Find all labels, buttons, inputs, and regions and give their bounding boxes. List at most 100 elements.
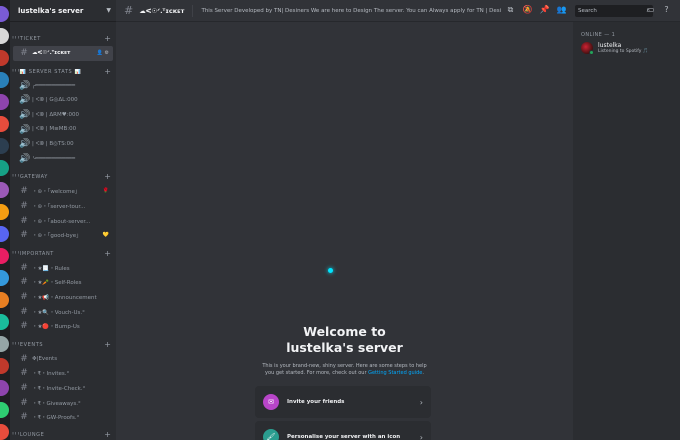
add-channel-icon[interactable]: +	[104, 173, 111, 181]
channel-name: ・₹・Giveaways.°	[32, 400, 81, 407]
mute-bell-icon[interactable]: 🔕	[522, 5, 533, 15]
server-icon[interactable]	[0, 226, 9, 242]
channel-item[interactable]: # ・⊚・「server-tour...	[13, 199, 113, 214]
channel-name: ・⊚・「server-tour...	[32, 204, 86, 211]
server-icon[interactable]	[0, 182, 9, 198]
member-list: ONLINE — 1 lustelka Listening to Spotify…	[573, 22, 680, 440]
getting-started-link[interactable]: Getting Started guide	[368, 370, 422, 376]
server-icon[interactable]	[0, 358, 9, 374]
channel-item[interactable]: 🔊 | ᐸ⦾ | G◎ΔL:000	[13, 93, 113, 108]
chevron-right-icon: ›	[419, 397, 423, 407]
pin-icon[interactable]: 📌	[539, 5, 550, 15]
server-icon[interactable]	[0, 292, 9, 308]
channel-category[interactable]: ꞋꞋꞋEVENTS +	[10, 340, 116, 350]
server-icon[interactable]	[0, 314, 9, 330]
category-label: ꞋꞋꞋIMPORTANT	[12, 250, 54, 257]
channel-item[interactable]: # ☁ᐸ☉ᐟ.ᵀɪᴄᴋᴇᴛ 👤 ⚙	[13, 46, 113, 61]
channel-item[interactable]: # ・₹・GW-Proofs.°	[13, 410, 113, 425]
server-icon[interactable]	[0, 270, 9, 286]
channel-item[interactable]: # ✥|Events	[13, 352, 113, 367]
channel-item[interactable]: # ・₹・Invite-Check.°	[13, 381, 113, 396]
search-input[interactable]	[578, 8, 647, 14]
add-channel-icon[interactable]: +	[104, 431, 111, 439]
member-activity: Listening to Spotify 🎵	[598, 49, 649, 54]
help-icon[interactable]: ?	[661, 5, 672, 14]
hash-icon: #	[20, 230, 28, 241]
channel-name: ・★📃・Rules	[32, 265, 70, 272]
channel-name: ・⊚・「about-server...	[32, 218, 91, 225]
search-box[interactable]: ⌕	[575, 5, 653, 17]
welcome-heading-line1: Welcome to	[303, 324, 386, 339]
server-icon[interactable]	[0, 424, 9, 440]
channel-item[interactable]: # ・★🥕・Self-Roles	[13, 275, 113, 290]
channel-item[interactable]: # ・★📃・Rules	[13, 261, 113, 276]
member-item[interactable]: lustelka Listening to Spotify 🎵	[581, 42, 672, 55]
server-icon[interactable]	[0, 248, 9, 264]
channel-item[interactable]: 🔊 | ᐸ⦾ | M≡MB:00	[13, 122, 113, 137]
channel-item[interactable]: 🔊 ╰════════════	[13, 152, 113, 167]
channel-name: ╭════════════	[32, 82, 76, 89]
discord-app: lustelka's server ▼ ꞋꞋꞋTICKET + # ☁ᐸ☉ᐟ.ᵀɪᴄᴋ…	[0, 0, 680, 440]
channel-name: ・★🔍・Vouch-Us.°	[32, 309, 85, 316]
channel-category[interactable]: ꞋꞋꞋ📊 SERVER STATS 📊 +	[10, 67, 116, 77]
server-icon[interactable]	[0, 380, 9, 396]
channel-name: ・₹・GW-Proofs.°	[32, 415, 80, 422]
welcome-heading-line2: lustelka's server	[286, 340, 403, 355]
hash-icon: #	[20, 262, 28, 273]
server-icon[interactable]	[0, 6, 9, 22]
channel-item[interactable]: # ・⊚・「about-server...	[13, 213, 113, 228]
channel-category[interactable]: ꞋꞋꞋIMPORTANT +	[10, 249, 116, 259]
inbox-icon[interactable]: ▭	[645, 5, 656, 14]
server-icon[interactable]	[0, 28, 9, 44]
channel-item[interactable]: 🔊 ╭════════════	[13, 79, 113, 94]
hash-icon: #	[20, 292, 28, 303]
chevron-down-icon[interactable]: ▼	[106, 7, 111, 14]
channel-topic[interactable]: This Server Developed by TN| Desiners We…	[201, 8, 501, 14]
channel-item[interactable]: 🔊 | ᐸ⦾ | B◎TS:00	[13, 137, 113, 152]
avatar	[581, 42, 594, 55]
channel-item[interactable]: # ・★🔴・Bump-Us	[13, 319, 113, 334]
threads-icon[interactable]: ⧉	[505, 5, 516, 15]
member-list-icon[interactable]: 👥	[556, 5, 567, 15]
server-icon[interactable]	[0, 204, 9, 220]
channel-category[interactable]: ꞋꞋꞋGATEWAY +	[10, 172, 116, 182]
chevron-right-icon: ›	[419, 432, 423, 440]
channel-item[interactable]: 🔊 | ᐸ⦾ | ΔRM♥:000	[13, 108, 113, 123]
channel-name: | ᐸ⦾ | G◎ΔL:000	[32, 96, 78, 103]
channel-name: | ᐸ⦾ | M≡MB:00	[32, 126, 77, 133]
channel-badge: 🌹	[102, 188, 109, 195]
add-channel-icon[interactable]: +	[104, 67, 111, 76]
server-icon[interactable]	[0, 94, 9, 110]
channel-name: ・★🥕・Self-Roles	[32, 280, 82, 287]
brush-icon: 🖌	[263, 429, 279, 440]
server-icon[interactable]	[0, 160, 9, 176]
server-name: lustelka's server	[18, 6, 84, 15]
server-icon[interactable]	[0, 336, 9, 352]
personalise-server-card[interactable]: 🖌 Personalise your server with an icon ›	[255, 421, 431, 440]
add-channel-icon[interactable]: +	[104, 35, 111, 43]
channel-name: ╰════════════	[32, 155, 76, 162]
channel-item[interactable]: # ・⊚・「good-bye」 💛	[13, 228, 113, 243]
add-channel-icon[interactable]: +	[104, 340, 111, 349]
channel-item[interactable]: # ・₹・Invites.°	[13, 366, 113, 381]
channel-item[interactable]: # ・₹・Giveaways.°	[13, 395, 113, 410]
server-header[interactable]: lustelka's server ▼	[10, 0, 116, 22]
server-icon[interactable]	[0, 116, 9, 132]
online-status-icon	[589, 50, 594, 55]
channel-item[interactable]: # ・⊚・「welcome」 🌹	[13, 184, 113, 199]
channel-name: ・★📢・Announcement	[32, 295, 97, 302]
channel-category[interactable]: ꞋꞋꞋLOUNGE +	[10, 430, 116, 440]
channel-item[interactable]: # ・★📢・Announcement	[13, 290, 113, 305]
server-icon[interactable]	[0, 402, 9, 418]
server-icon[interactable]	[0, 138, 9, 154]
channel-item[interactable]: # ・★🔍・Vouch-Us.°	[13, 304, 113, 319]
invite-friends-card[interactable]: ✉ Invite your friends ›	[255, 386, 431, 418]
channel-name: ・⊚・「welcome」	[32, 189, 81, 196]
server-icon[interactable]	[0, 50, 9, 66]
channel-name: ・₹・Invites.°	[32, 371, 70, 378]
channel-category[interactable]: ꞋꞋꞋTICKET +	[10, 34, 116, 44]
server-icon[interactable]	[0, 72, 9, 88]
hash-icon: #	[20, 306, 28, 317]
add-channel-icon[interactable]: +	[104, 249, 111, 258]
server-rail	[0, 0, 10, 440]
